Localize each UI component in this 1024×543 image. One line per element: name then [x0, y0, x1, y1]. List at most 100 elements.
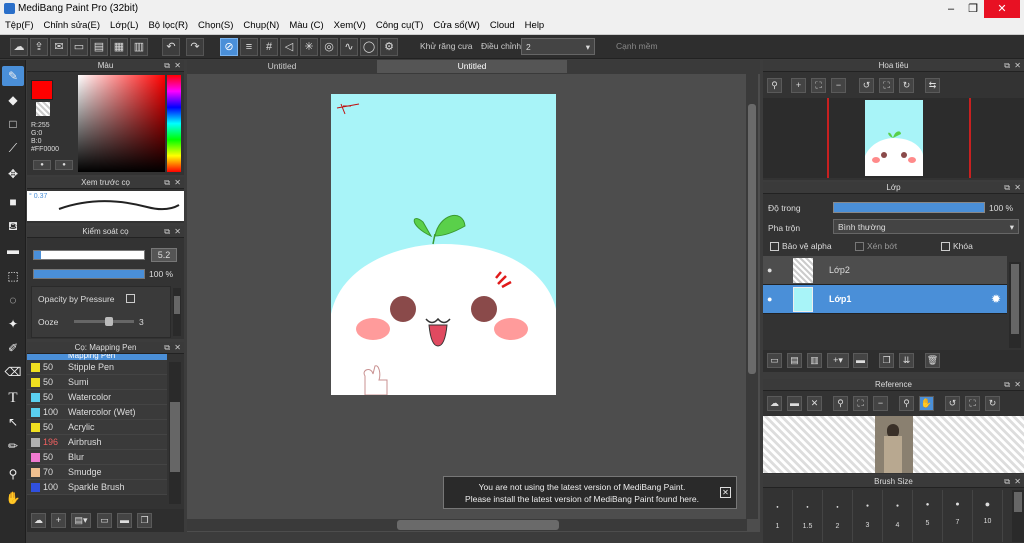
- new-layer-8bit-icon[interactable]: ▤: [787, 353, 802, 368]
- brush-control-scrollbar[interactable]: [173, 288, 181, 336]
- correction-select[interactable]: 2 ▾: [521, 38, 595, 55]
- list-item[interactable]: 50 Acrylic: [27, 420, 167, 435]
- list-item[interactable]: 70 Smudge: [27, 465, 167, 480]
- hand-icon[interactable]: ✋: [919, 396, 934, 411]
- save-icon[interactable]: ▦: [110, 38, 128, 56]
- lock-checkbox[interactable]: [941, 242, 950, 251]
- close-button[interactable]: ✕: [984, 0, 1020, 18]
- duplicate-icon[interactable]: ❐: [137, 513, 152, 528]
- gradient-tool-icon[interactable]: ▬: [2, 240, 24, 260]
- brush-size-value[interactable]: 5.2: [151, 248, 177, 262]
- popout-icon[interactable]: ⧉: [164, 60, 170, 72]
- tab-untitled-2[interactable]: Untitled: [377, 60, 567, 73]
- brush-menu-icon[interactable]: ▤▾: [71, 513, 91, 528]
- rotate-fit-icon[interactable]: ⛶: [879, 78, 894, 93]
- document-icon[interactable]: ▤: [90, 38, 108, 56]
- brush-list-scrollbar[interactable]: [169, 362, 181, 504]
- cloud-icon[interactable]: ☁: [767, 396, 782, 411]
- zoom-in-icon[interactable]: +: [791, 78, 806, 93]
- dot-tool-icon[interactable]: □: [2, 114, 24, 134]
- list-item[interactable]: 50 Sumi: [27, 375, 167, 390]
- list-item[interactable]: 196 Airbrush: [27, 435, 167, 450]
- comment-icon[interactable]: ✉: [50, 38, 68, 56]
- new-file-icon[interactable]: ▭: [70, 38, 88, 56]
- list-item[interactable]: 50 Watercolor: [27, 390, 167, 405]
- canvas-vscrollbar[interactable]: [746, 74, 758, 519]
- parallel-snap-icon[interactable]: ≡: [240, 38, 258, 56]
- canvas-hscrollbar[interactable]: [187, 519, 747, 531]
- brush-size-cell[interactable]: ● 1: [763, 490, 793, 542]
- close-icon[interactable]: ✕: [1014, 379, 1021, 391]
- eyedropper-icon[interactable]: ⚲: [2, 464, 24, 484]
- close-icon[interactable]: ✕: [1014, 182, 1021, 194]
- select-tool-icon[interactable]: ⬚: [2, 266, 24, 286]
- close-icon[interactable]: ✕: [1014, 476, 1021, 488]
- gear-icon[interactable]: ✹: [991, 292, 1001, 306]
- eyedropper-icon[interactable]: ⚲: [899, 396, 914, 411]
- vector-tool-icon[interactable]: ⟋: [2, 138, 24, 158]
- color-mode-button[interactable]: ●: [33, 160, 51, 170]
- brush-size-cell[interactable]: ● 4: [883, 490, 913, 542]
- upload-icon[interactable]: ⇪: [30, 38, 48, 56]
- brush-size-slider[interactable]: [33, 250, 145, 260]
- rotate-right-icon[interactable]: ↻: [899, 78, 914, 93]
- select-eraser-icon[interactable]: ⌫: [2, 362, 24, 382]
- menu-select[interactable]: Chọn(S): [193, 18, 238, 31]
- hue-slider[interactable]: [167, 75, 181, 172]
- menu-filter[interactable]: Bộ lọc(R): [143, 18, 193, 31]
- rectangle-tool-icon[interactable]: ■: [2, 192, 24, 212]
- layer-opacity-slider[interactable]: [833, 202, 985, 213]
- flip-icon[interactable]: ⇆: [925, 78, 940, 93]
- popout-icon[interactable]: ⧉: [1004, 60, 1010, 72]
- folder-icon[interactable]: ▬: [117, 513, 132, 528]
- menu-file[interactable]: Tệp(F): [0, 18, 39, 31]
- menu-view[interactable]: Xem(V): [329, 18, 371, 31]
- close-icon[interactable]: ✕: [174, 342, 181, 354]
- zoom-out-icon[interactable]: −: [831, 78, 846, 93]
- primary-color-swatch[interactable]: [31, 80, 53, 100]
- zoom-icon[interactable]: ⚲: [833, 396, 848, 411]
- open-folder-icon[interactable]: ▬: [787, 396, 802, 411]
- minimize-button[interactable]: –: [940, 0, 962, 18]
- close-icon[interactable]: ✕: [174, 60, 181, 72]
- layer-row[interactable]: ● Lớp1 ✹: [763, 285, 1007, 314]
- rotate-right-icon[interactable]: ↻: [985, 396, 1000, 411]
- update-notice[interactable]: You are not using the latest version of …: [443, 476, 737, 509]
- grid-snap-icon[interactable]: #: [260, 38, 278, 56]
- eye-icon[interactable]: ●: [767, 294, 772, 304]
- grid-icon[interactable]: ▥: [130, 38, 148, 56]
- zoom-out-icon[interactable]: −: [873, 396, 888, 411]
- drawing-canvas[interactable]: [331, 94, 556, 395]
- rotate-left-icon[interactable]: ↺: [859, 78, 874, 93]
- popout-icon[interactable]: ⧉: [1004, 476, 1010, 488]
- fit-icon[interactable]: ⛶: [853, 396, 868, 411]
- cloud-brush-icon[interactable]: ☁: [31, 513, 46, 528]
- brush-size-cell[interactable]: ● 10: [973, 490, 1003, 542]
- undo-icon[interactable]: ↶: [162, 38, 180, 56]
- merge-layer-icon[interactable]: ⇊: [899, 353, 914, 368]
- popout-icon[interactable]: ⧉: [164, 226, 170, 238]
- tab-untitled-1[interactable]: Untitled: [187, 60, 377, 73]
- snap-settings-icon[interactable]: ⚙: [380, 38, 398, 56]
- secondary-color-swatch[interactable]: [36, 102, 50, 116]
- protect-alpha-checkbox[interactable]: [770, 242, 779, 251]
- select-pen-icon[interactable]: ✐: [2, 338, 24, 358]
- menu-help[interactable]: Help: [520, 18, 550, 31]
- circle-snap-icon[interactable]: ◎: [320, 38, 338, 56]
- redo-icon[interactable]: ↷: [186, 38, 204, 56]
- ooze-slider[interactable]: [74, 317, 134, 326]
- trash-icon[interactable]: 🗑: [925, 353, 940, 368]
- rotate-left-icon[interactable]: ↺: [945, 396, 960, 411]
- operation-tool-icon[interactable]: ↖: [2, 412, 24, 432]
- menu-tools[interactable]: Công cụ(T): [371, 18, 429, 31]
- add-brush-icon[interactable]: +: [51, 513, 66, 528]
- menu-snap[interactable]: Chụp(N): [238, 18, 284, 31]
- brush-size-scrollbar[interactable]: [1012, 490, 1024, 542]
- menu-color[interactable]: Màu (C): [284, 18, 328, 31]
- brush-size-cell[interactable]: ● 5: [913, 490, 943, 542]
- saturation-picker[interactable]: [78, 75, 165, 172]
- close-icon[interactable]: ✕: [174, 177, 181, 189]
- brush-doc-icon[interactable]: ▭: [97, 513, 112, 528]
- ellipse-snap-icon[interactable]: ◯: [360, 38, 378, 56]
- close-icon[interactable]: ✕: [174, 226, 181, 238]
